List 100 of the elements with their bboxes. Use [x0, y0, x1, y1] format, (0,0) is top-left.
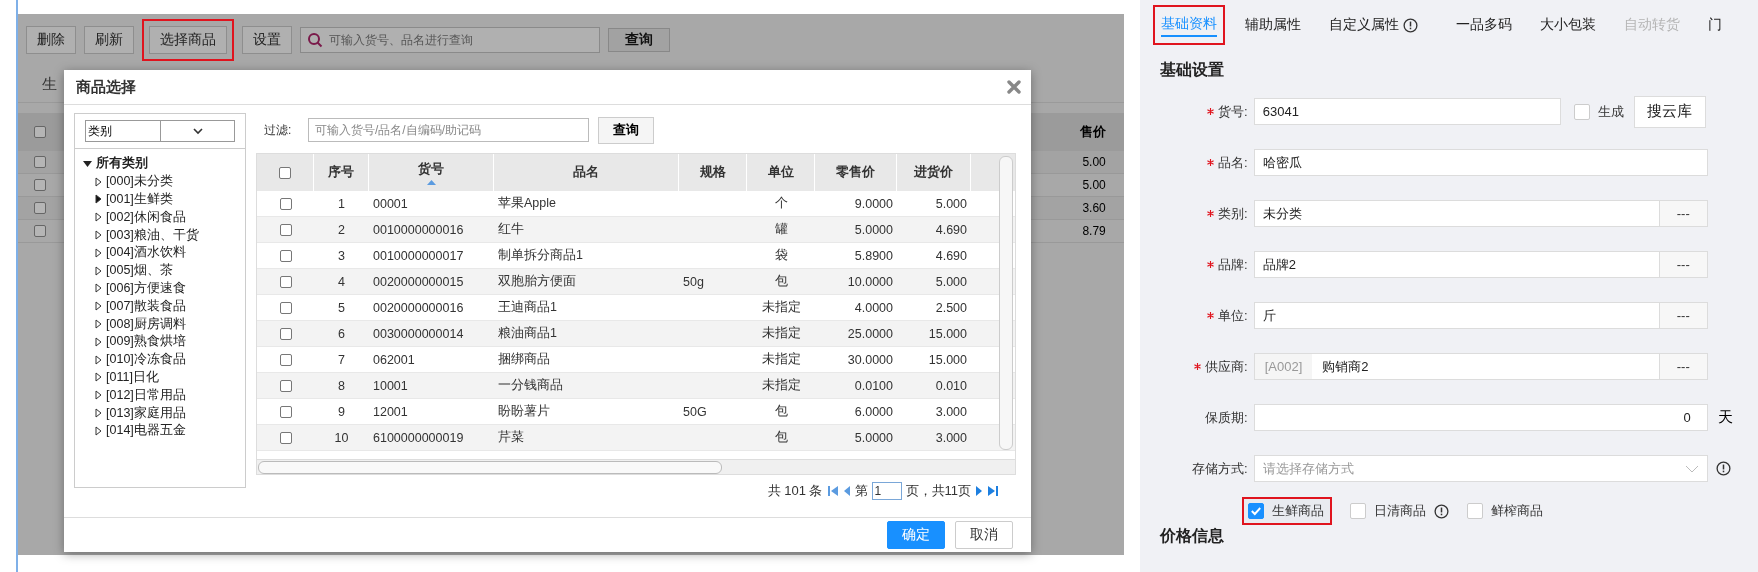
triangle-right-icon[interactable]: [95, 319, 102, 330]
tree-item[interactable]: [007]散装食品: [106, 297, 186, 315]
checkbox[interactable]: [34, 202, 46, 214]
page-field[interactable]: 1: [871, 482, 902, 500]
picker-field[interactable]: [A002] 购销商2: [1253, 353, 1660, 380]
triangle-right-icon[interactable]: [95, 212, 102, 223]
more-button[interactable]: ---: [1659, 353, 1708, 380]
column-header[interactable]: 序号: [314, 154, 369, 191]
table-cell: 3: [338, 248, 345, 263]
picker-field[interactable]: 品牌2: [1253, 251, 1660, 278]
checkbox[interactable]: [279, 275, 292, 288]
tree-item[interactable]: [010]冷冻食品: [106, 351, 186, 369]
query-button[interactable]: 查询: [598, 116, 654, 144]
checkbox[interactable]: [279, 431, 292, 444]
last-page-icon[interactable]: [987, 485, 999, 497]
query-button[interactable]: 查询: [608, 28, 670, 52]
table-cell: 6: [338, 326, 345, 341]
table-cell: 包: [774, 403, 788, 420]
triangle-right-icon[interactable]: [95, 336, 102, 347]
cancel-button[interactable]: 取消: [955, 521, 1013, 549]
close-icon[interactable]: [1007, 80, 1021, 94]
column-header[interactable]: 零售价: [815, 154, 897, 191]
previous-page-icon[interactable]: [842, 485, 851, 497]
more-button[interactable]: ---: [1659, 251, 1708, 278]
filter-field[interactable]: 可输入货号/品名/自编码/助记码: [308, 118, 589, 142]
tree-item[interactable]: [002]休闲食品: [106, 208, 186, 226]
tree-item[interactable]: [011]日化: [106, 368, 159, 386]
chevron-down-icon: [1684, 464, 1699, 473]
search-field[interactable]: 可输入货号、品名进行查询: [300, 27, 600, 53]
table-cell: 王迪商品1: [498, 299, 557, 316]
triangle-right-icon[interactable]: [95, 194, 102, 205]
column-header[interactable]: 进货价: [897, 154, 971, 191]
next-page-icon[interactable]: [975, 485, 983, 497]
column-header[interactable]: 品名: [494, 154, 679, 191]
triangle-right-icon[interactable]: [95, 372, 102, 383]
tree-item[interactable]: [003]粮油、干货: [106, 226, 199, 244]
tree-item[interactable]: [012]日常用品: [106, 386, 186, 404]
tree-item[interactable]: 所有类别: [96, 155, 148, 173]
tree-item[interactable]: [013]家庭用品: [106, 404, 186, 422]
toolbar-button[interactable]: 选择商品: [149, 26, 227, 54]
tree-item[interactable]: [000]未分类: [106, 173, 173, 191]
tree-item[interactable]: [005]烟、茶: [106, 262, 173, 280]
table-cell: 50G: [683, 404, 707, 419]
tree-item[interactable]: [009]熟食烘培: [106, 333, 186, 351]
tree-item[interactable]: [001]生鲜类: [106, 191, 173, 208]
tree-item[interactable]: [014]电器五金: [106, 422, 186, 440]
category-select[interactable]: 类别: [85, 120, 235, 142]
tree-item[interactable]: [008]厨房调料: [106, 315, 186, 333]
checkbox[interactable]: [34, 126, 46, 138]
checkbox[interactable]: [279, 301, 292, 314]
checkbox[interactable]: [1247, 503, 1264, 519]
scrollbar[interactable]: [258, 461, 722, 474]
table-cell: 25.0000: [847, 326, 893, 341]
tree-item[interactable]: [004]酒水饮料: [106, 244, 186, 262]
number-field[interactable]: 0: [1253, 404, 1708, 431]
cloud-search-button[interactable]: 搜云库: [1633, 95, 1706, 128]
checkbox[interactable]: [34, 156, 46, 168]
text-field[interactable]: 哈密瓜: [1253, 149, 1708, 176]
column-header[interactable]: 单位: [747, 154, 815, 191]
picker-field[interactable]: 未分类: [1253, 200, 1660, 227]
column-header[interactable]: 规格: [679, 154, 747, 191]
more-button[interactable]: ---: [1659, 200, 1708, 227]
checkbox[interactable]: [279, 353, 292, 366]
tab[interactable]: 一品多码: [1455, 10, 1512, 40]
checkbox[interactable]: [279, 379, 292, 392]
triangle-down-icon[interactable]: [83, 160, 92, 167]
checkbox[interactable]: [279, 166, 291, 179]
first-page-icon[interactable]: [826, 485, 839, 497]
triangle-right-icon[interactable]: [95, 425, 102, 436]
tree-item[interactable]: [006]方便速食: [106, 279, 186, 297]
toolbar-button[interactable]: 设置: [242, 26, 292, 54]
code-field[interactable]: 63041: [1253, 98, 1561, 125]
picker-field[interactable]: 斤: [1253, 302, 1660, 329]
triangle-right-icon[interactable]: [95, 247, 102, 258]
triangle-right-icon[interactable]: [95, 176, 102, 187]
toolbar-button[interactable]: 删除: [26, 26, 76, 54]
triangle-right-icon[interactable]: [95, 390, 102, 401]
column-header[interactable]: 货号: [369, 154, 494, 191]
tab[interactable]: 辅助属性: [1244, 10, 1301, 40]
tab[interactable]: 门: [1707, 10, 1722, 40]
triangle-right-icon[interactable]: [95, 301, 102, 312]
checkbox[interactable]: [279, 197, 292, 210]
checkbox[interactable]: [279, 249, 292, 262]
triangle-right-icon[interactable]: [95, 354, 102, 365]
checkbox[interactable]: [279, 405, 292, 418]
tab[interactable]: 自定义属性: [1328, 10, 1418, 40]
triangle-right-icon[interactable]: [95, 283, 102, 294]
tab-label[interactable]: 生: [42, 74, 57, 94]
checkbox[interactable]: [279, 327, 292, 340]
checkbox[interactable]: [279, 223, 292, 236]
checkbox[interactable]: [34, 225, 46, 237]
scrollbar[interactable]: [999, 156, 1013, 450]
toolbar-button[interactable]: 刷新: [84, 26, 134, 54]
triangle-right-icon[interactable]: [95, 265, 102, 276]
table-cell: 捆绑商品: [498, 351, 550, 368]
more-button[interactable]: ---: [1659, 302, 1708, 329]
triangle-right-icon[interactable]: [95, 408, 102, 419]
tab[interactable]: 大小包装: [1539, 10, 1596, 40]
checkbox[interactable]: [34, 179, 46, 191]
triangle-right-icon[interactable]: [95, 230, 102, 241]
